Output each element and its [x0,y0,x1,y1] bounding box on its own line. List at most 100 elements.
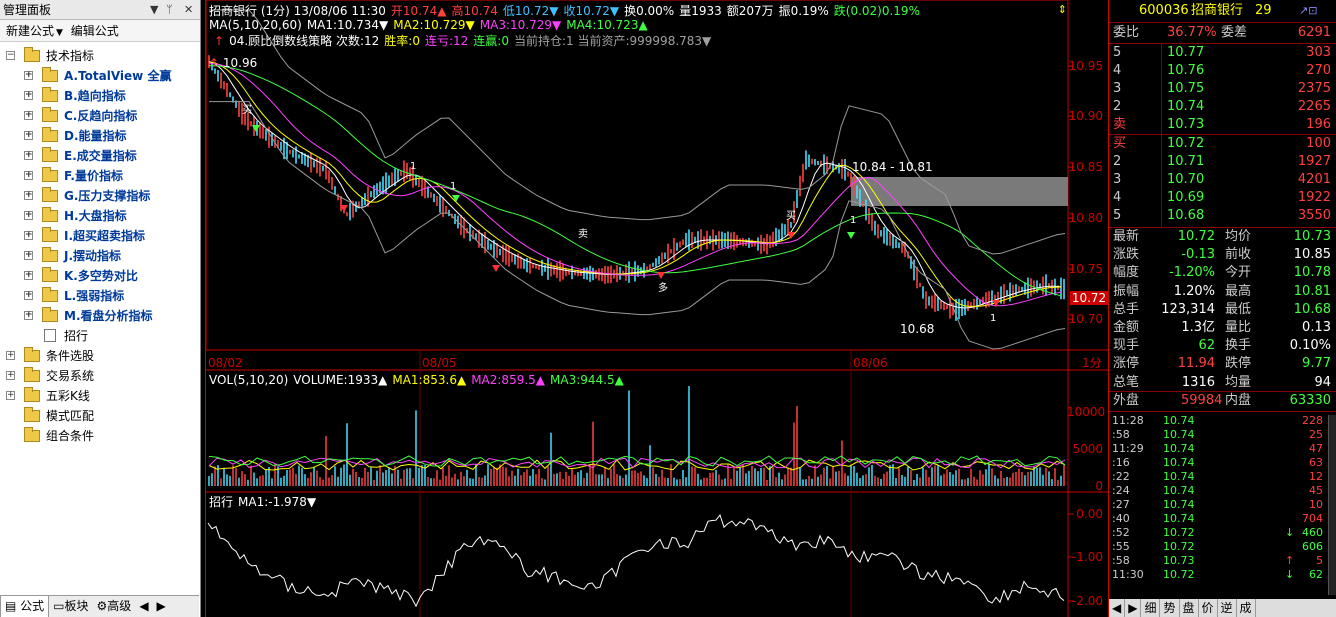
edit-formula-button[interactable]: 编辑公式 [71,24,119,38]
ask-row[interactable]: 2 10.74 2265 [1109,98,1336,116]
tick-row[interactable]: 11:28 10.74 228 [1109,414,1336,428]
tree-item[interactable]: 模式匹配 [0,406,199,426]
ask-row[interactable]: 4 10.76 270 [1109,62,1336,80]
new-formula-dropdown-icon[interactable]: ▼ [56,28,63,38]
tree-item[interactable]: + A.TotalView 全赢 [0,66,199,86]
tick-row[interactable]: :52 10.72 ↓ 460 [1109,526,1336,540]
tick-row[interactable]: :58 10.74 25 [1109,428,1336,442]
tree-item[interactable]: + H.大盘指标 [0,206,199,226]
expand-icon[interactable]: + [6,351,15,360]
tab-advanced[interactable]: ⚙高级 [93,596,136,617]
bid-row[interactable]: 4 10.69 1922 [1109,189,1336,207]
expand-icon[interactable]: + [24,171,33,180]
tree-item[interactable]: + F.量价指标 [0,166,199,186]
folder-icon [42,307,58,322]
tick-row[interactable]: :22 10.74 12 [1109,470,1336,484]
tree-item[interactable]: + J.摆动指标 [0,246,199,266]
trade-signal-marker [847,232,855,239]
ask-row[interactable]: 卖 10.73 196 [1109,116,1336,134]
tick-row[interactable]: :27 10.74 10 [1109,498,1336,512]
tree-item[interactable]: − 技术指标 [0,46,199,66]
expand-icon[interactable]: + [24,271,33,280]
tree-item[interactable]: + D.能量指标 [0,126,199,146]
low-annotation: 10.68 [900,322,935,336]
period-label[interactable]: 1分 [1082,356,1102,370]
chart-mode-icon[interactable]: ↗⊡ [1299,2,1317,20]
tick-row[interactable]: :24 10.74 45 [1109,484,1336,498]
header-arrows-icon[interactable]: ⇕ [1058,3,1067,17]
panel-title: 管理面板 [3,3,52,17]
bid-row[interactable]: 3 10.70 4201 [1109,171,1336,189]
quote-tab[interactable]: 成 [1237,599,1256,617]
stat-row: 总手 123,314 最低 10.68 [1109,301,1336,319]
tick-row[interactable]: 11:29 10.74 47 [1109,442,1336,456]
tree-item[interactable]: + L.强弱指标 [0,286,199,306]
ask-row[interactable]: 3 10.75 2375 [1109,80,1336,98]
scroll-right-icon[interactable]: ▶ [1125,599,1142,617]
expand-icon[interactable]: + [24,311,33,320]
ask-row[interactable]: 5 10.77 303 [1109,44,1336,62]
expand-icon[interactable]: + [24,91,33,100]
strategy-header: ↑ 04.顾比倒数线策略 次数:12 胜率:0 连亏:12 连赢:0 当前持仓:1 当前资… [214,34,716,48]
dropdown-icon[interactable]: ▼ [150,0,158,20]
tick-volume: 460 [1302,526,1323,539]
folder-icon [24,427,40,442]
expand-icon[interactable]: + [6,391,15,400]
tree-item[interactable]: 组合条件 [0,426,199,446]
tick-price: 10.74 [1163,498,1195,511]
header-field: MA1:10.734▼ [306,18,389,32]
quote-tab[interactable]: 势 [1160,599,1180,617]
collapse-icon[interactable]: − [6,51,15,60]
tree-item[interactable]: + B.趋向指标 [0,86,199,106]
tab-formula[interactable]: ▤ 公式 [0,596,50,617]
tree-item[interactable]: + 五彩K线 [0,386,199,406]
stat-label: 幅度 [1113,265,1140,281]
tick-volume: 606 [1302,540,1323,553]
tree-item[interactable]: + I.超买超卖指标 [0,226,199,246]
scroll-left-icon[interactable]: ◀ [1109,599,1126,617]
expand-icon[interactable]: + [24,191,33,200]
header-field: 开10.74▲ [390,4,447,18]
header-field: 高10.74 [451,4,498,18]
tree-item[interactable]: + C.反趋向指标 [0,106,199,126]
quote-tab[interactable]: 盘 [1180,599,1199,617]
expand-icon[interactable]: + [24,111,33,120]
close-icon[interactable]: ✕ [184,0,193,20]
tree-item[interactable]: + G.压力支撑指标 [0,186,199,206]
expand-icon[interactable]: + [24,151,33,160]
expand-icon[interactable]: + [24,231,33,240]
tree-item[interactable]: + E.成交量指标 [0,146,199,166]
tree-item[interactable]: + M.看盘分析指标 [0,306,199,326]
book-volume: 1922 [1297,190,1331,205]
expand-icon[interactable]: + [24,291,33,300]
new-formula-button[interactable]: 新建公式 [6,24,54,38]
bid-row[interactable]: 买 10.72 100 [1109,135,1336,153]
tree-item[interactable]: + 交易系统 [0,366,199,386]
tree-item[interactable]: + K.多空势对比 [0,266,199,286]
expand-icon[interactable]: + [24,251,33,260]
expand-icon[interactable]: + [24,131,33,140]
tick-row[interactable]: :58 10.73 ↑ 5 [1109,554,1336,568]
quote-tab[interactable]: 逆 [1218,599,1237,617]
tree-item[interactable]: + 条件选股 [0,346,199,366]
formula-tree: − 技术指标 + A.TotalView 全赢 + B.趋向指标 + C.反趋向指标 + D.能量… [0,46,199,446]
tab-sector[interactable]: ▭板块 [49,596,92,617]
tick-row[interactable]: :55 10.72 606 [1109,540,1336,554]
tick-row[interactable]: :40 10.74 704 [1109,512,1336,526]
tick-row[interactable]: :16 10.74 63 [1109,456,1336,470]
scroll-left-icon[interactable]: ◀ [135,596,152,617]
chart-area[interactable]: 招商银行 (1分) 13/08/06 11:30 开10.74▲ 高10.74 低10… [205,0,1108,617]
expand-icon[interactable]: + [24,211,33,220]
expand-icon[interactable]: + [6,371,15,380]
bid-row[interactable]: 2 10.71 1927 [1109,153,1336,171]
bid-row[interactable]: 5 10.68 3550 [1109,207,1336,225]
pin-icon[interactable]: ᛘ [166,0,173,20]
tree-item[interactable]: 招行 [0,326,199,346]
quote-tab[interactable]: 价 [1199,599,1218,617]
tick-row[interactable]: 11:30 10.72 ↓ 62 [1109,568,1336,582]
chart-canvas[interactable] [206,0,1108,617]
stat-label: 现手 [1113,338,1140,354]
quote-tab[interactable]: 细 [1141,599,1161,617]
expand-icon[interactable]: + [24,71,33,80]
scroll-right-icon[interactable]: ▶ [153,596,170,617]
